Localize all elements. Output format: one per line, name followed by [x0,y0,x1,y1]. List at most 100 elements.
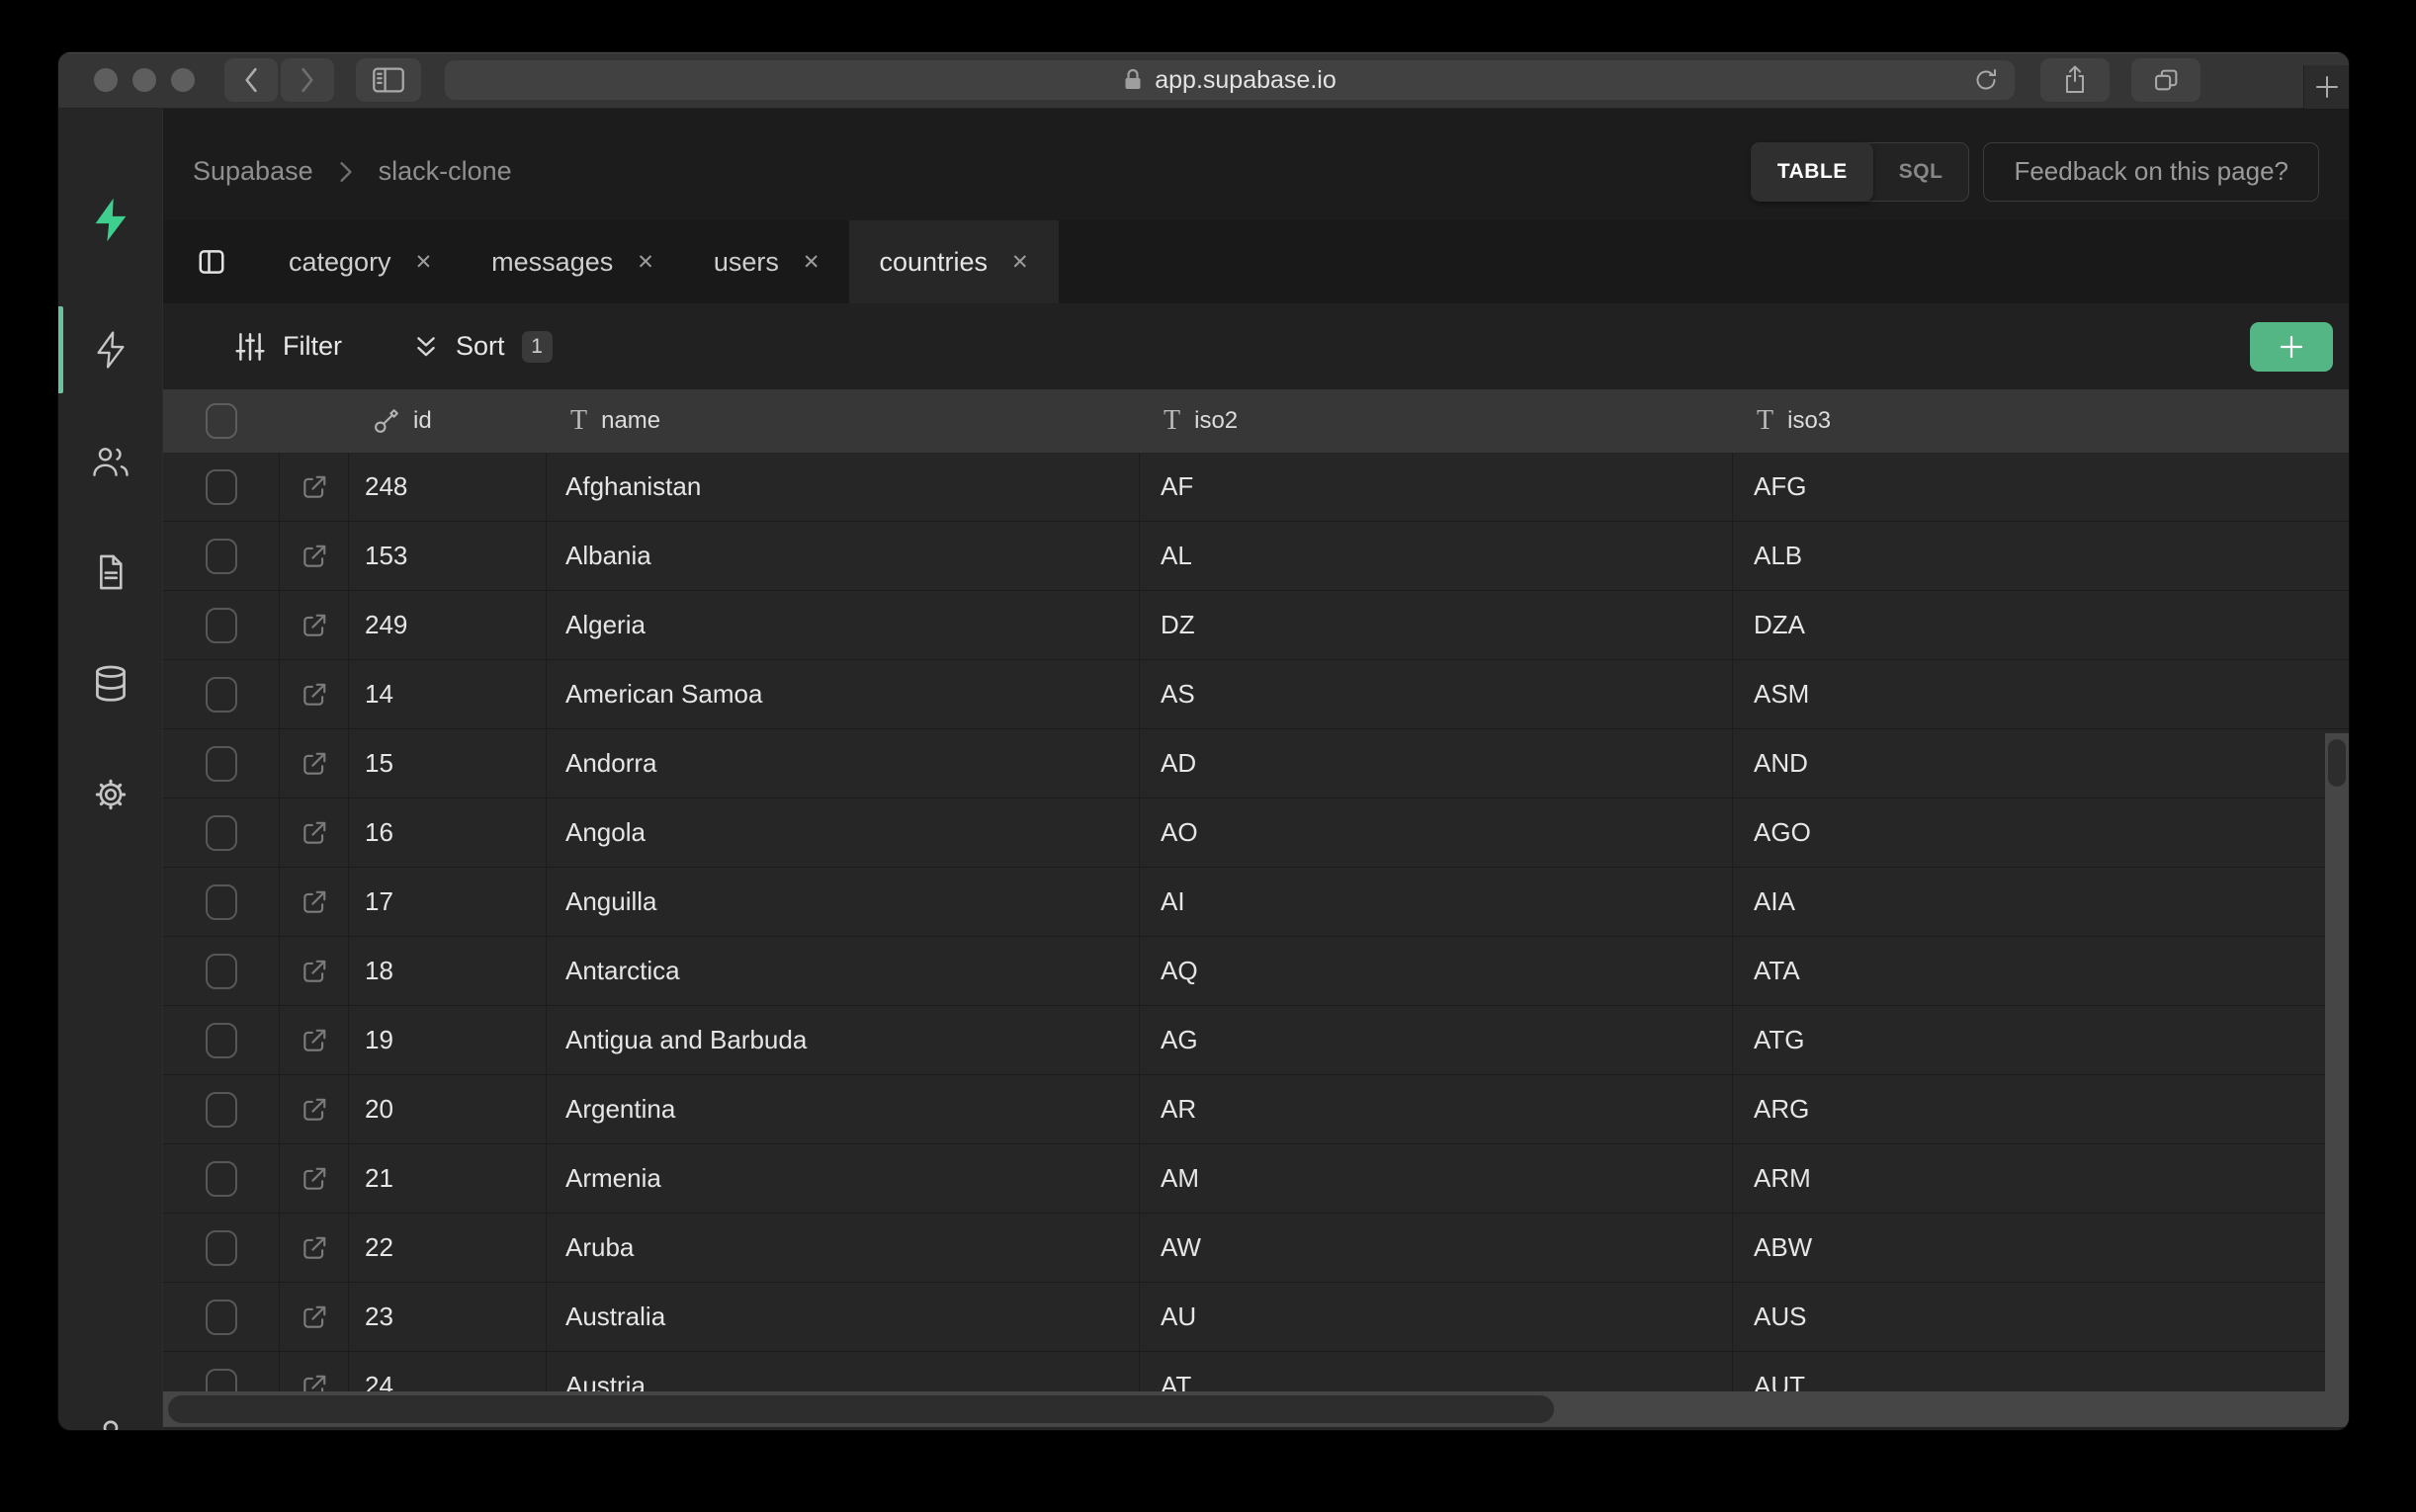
external-link-icon[interactable] [301,1027,328,1054]
vertical-scrollbar-thumb[interactable] [2328,739,2346,787]
cell-id[interactable]: 14 [349,660,547,728]
cell-id[interactable]: 17 [349,868,547,936]
external-link-icon[interactable] [301,1234,328,1262]
add-row-button[interactable] [2250,322,2333,372]
close-tab-icon[interactable]: ✕ [1011,252,1029,273]
cell-name[interactable]: Angola [547,798,1140,867]
external-link-icon[interactable] [301,1096,328,1124]
tab-countries[interactable]: countries ✕ [849,220,1058,303]
forward-button[interactable] [281,58,334,102]
column-header-iso2[interactable]: T iso2 [1140,389,1733,453]
row-checkbox[interactable] [206,884,237,920]
feedback-button[interactable]: Feedback on this page? [1983,142,2319,202]
select-all-checkbox[interactable] [206,403,237,439]
cell-id[interactable]: 248 [349,453,547,521]
close-tab-icon[interactable]: ✕ [637,252,654,273]
cell-iso3[interactable]: ATG [1733,1006,2349,1074]
cell-iso3[interactable]: ARG [1733,1075,2349,1143]
cell-name[interactable]: Algeria [547,591,1140,659]
collapse-sidebar-button[interactable] [163,220,259,303]
filter-button[interactable]: Filter [234,331,342,363]
sidebar-item-auth-users[interactable] [58,417,163,506]
cell-iso2[interactable]: AR [1140,1075,1733,1143]
cell-iso3[interactable]: AFG [1733,453,2349,521]
cell-id[interactable]: 19 [349,1006,547,1074]
row-checkbox[interactable] [206,1023,237,1058]
share-button[interactable] [2040,58,2110,102]
tab-overview-button[interactable] [2131,58,2200,102]
cell-iso2[interactable]: AS [1140,660,1733,728]
cell-iso2[interactable]: AI [1140,868,1733,936]
row-checkbox[interactable] [206,1230,237,1266]
external-link-icon[interactable] [301,1165,328,1193]
row-checkbox[interactable] [206,815,237,851]
close-tab-icon[interactable]: ✕ [415,252,433,273]
row-checkbox[interactable] [206,954,237,989]
sidebar-item-table-editor[interactable] [58,305,163,394]
cell-iso2[interactable]: AQ [1140,937,1733,1005]
cell-id[interactable]: 249 [349,591,547,659]
row-checkbox[interactable] [206,469,237,505]
cell-iso2[interactable]: AO [1140,798,1733,867]
reload-button[interactable] [1969,67,2003,93]
external-link-icon[interactable] [301,750,328,778]
cell-iso3[interactable]: AIA [1733,868,2349,936]
external-link-icon[interactable] [301,958,328,985]
row-checkbox[interactable] [206,677,237,713]
sidebar-item-settings[interactable] [58,750,163,839]
cell-iso2[interactable]: AL [1140,522,1733,590]
sql-view-button[interactable]: SQL [1873,142,1969,202]
cell-name[interactable]: Antarctica [547,937,1140,1005]
horizontal-scrollbar[interactable] [163,1391,2349,1427]
sort-button[interactable]: Sort 1 [413,331,553,363]
cell-id[interactable]: 15 [349,729,547,798]
new-tab-button[interactable] [2303,65,2349,109]
tab-users[interactable]: users ✕ [684,220,850,303]
cell-id[interactable]: 20 [349,1075,547,1143]
row-checkbox[interactable] [206,1161,237,1197]
cell-id[interactable]: 22 [349,1214,547,1282]
vertical-scrollbar[interactable] [2325,733,2349,1391]
cell-iso3[interactable]: ATA [1733,937,2349,1005]
cell-id[interactable]: 153 [349,522,547,590]
cell-name[interactable]: Australia [547,1283,1140,1351]
row-checkbox[interactable] [206,608,237,643]
external-link-icon[interactable] [301,888,328,916]
cell-iso3[interactable]: ALB [1733,522,2349,590]
cell-iso3[interactable]: ABW [1733,1214,2349,1282]
cell-iso2[interactable]: AD [1140,729,1733,798]
row-checkbox[interactable] [206,746,237,782]
sidebar-item-account[interactable] [58,1390,163,1430]
external-link-icon[interactable] [301,1303,328,1331]
tab-category[interactable]: category ✕ [259,220,462,303]
cell-name[interactable]: Aruba [547,1214,1140,1282]
row-checkbox[interactable] [206,1092,237,1128]
cell-id[interactable]: 18 [349,937,547,1005]
cell-iso3[interactable]: AUS [1733,1283,2349,1351]
cell-name[interactable]: American Samoa [547,660,1140,728]
cell-iso3[interactable]: AGO [1733,798,2349,867]
cell-iso2[interactable]: AM [1140,1144,1733,1213]
cell-name[interactable]: Anguilla [547,868,1140,936]
cell-id[interactable]: 21 [349,1144,547,1213]
external-link-icon[interactable] [301,543,328,570]
close-window-button[interactable] [94,68,118,92]
column-header-iso3[interactable]: T iso3 [1733,389,2349,453]
cell-name[interactable]: Argentina [547,1075,1140,1143]
row-checkbox[interactable] [206,1300,237,1335]
cell-iso2[interactable]: AW [1140,1214,1733,1282]
external-link-icon[interactable] [301,681,328,709]
cell-name[interactable]: Armenia [547,1144,1140,1213]
external-link-icon[interactable] [301,612,328,639]
browser-sidebar-toggle-button[interactable] [356,58,421,102]
cell-iso3[interactable]: AND [1733,729,2349,798]
cell-id[interactable]: 23 [349,1283,547,1351]
cell-iso3[interactable]: ARM [1733,1144,2349,1213]
column-header-name[interactable]: T name [547,389,1140,453]
address-bar[interactable]: app.supabase.io [445,60,2015,100]
zoom-window-button[interactable] [171,68,195,92]
cell-name[interactable]: Afghanistan [547,453,1140,521]
sidebar-item-database[interactable] [58,639,163,728]
close-tab-icon[interactable]: ✕ [803,252,820,273]
cell-name[interactable]: Andorra [547,729,1140,798]
